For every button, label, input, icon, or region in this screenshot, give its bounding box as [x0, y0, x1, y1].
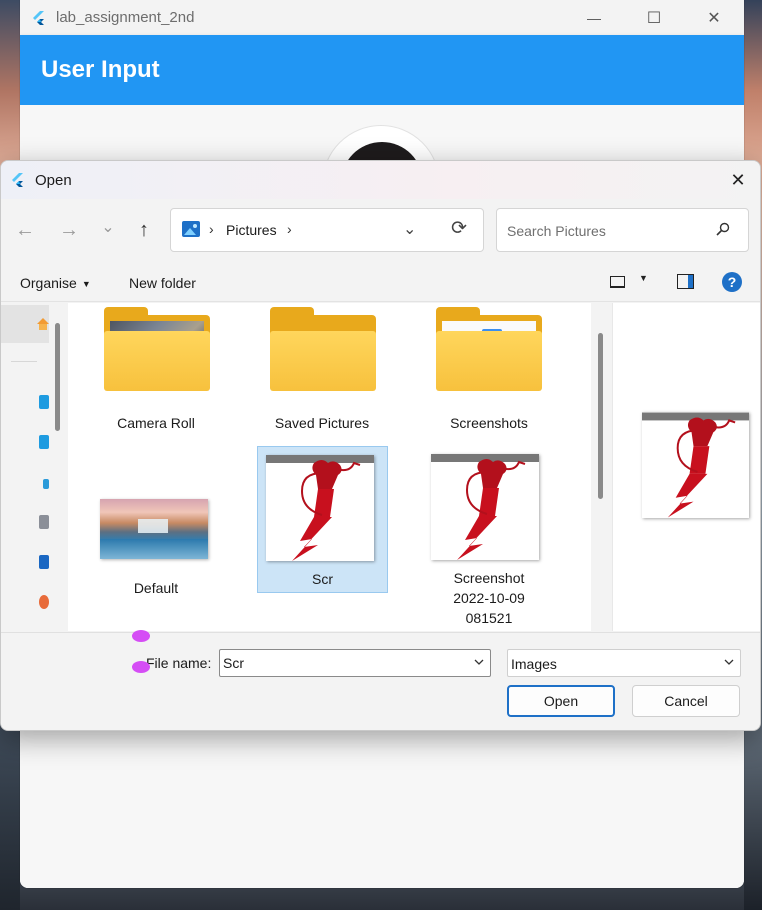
back-arrow-icon[interactable]: ← — [13, 218, 37, 242]
navigation-pane — [1, 303, 51, 631]
click-marker — [132, 661, 150, 673]
list-item-label: Saved Pictures — [274, 415, 370, 431]
search-box[interactable]: Search Pictures — [496, 208, 749, 252]
click-marker — [132, 630, 150, 642]
dialog-footer: File name: Images Open Cancel — [1, 632, 760, 730]
file-list: Camera Roll Saved Pictures Screenshots D… — [68, 303, 591, 631]
raised-fist-image — [431, 454, 539, 560]
search-input[interactable]: Search Pictures — [507, 223, 606, 239]
caret-down-icon: ▼ — [81, 279, 91, 290]
landscape-thumbnail — [100, 499, 208, 559]
home-icon — [37, 318, 49, 330]
nav-item-home[interactable] — [1, 305, 49, 343]
file-name-label: File name: — [146, 655, 212, 671]
file-type-select[interactable]: Images — [507, 649, 741, 677]
address-dropdown-icon[interactable]: ⌄ — [403, 219, 416, 239]
app-titlebar: lab_assignment_2nd — ☐ ✕ — [20, 0, 744, 35]
close-app-button[interactable]: ✕ — [689, 0, 739, 35]
chevron-down-icon — [724, 659, 734, 665]
caret-down-icon[interactable]: ▼ — [639, 273, 648, 283]
preview-pane — [612, 303, 760, 631]
organise-label: Organise — [20, 275, 77, 291]
address-bar[interactable]: › Pictures › ⌄ ⟳ — [170, 208, 484, 252]
list-item-label: Scr — [312, 571, 333, 587]
list-item-label: Screenshots — [450, 415, 528, 431]
dialog-close-button[interactable]: ✕ — [722, 165, 754, 195]
list-item-label: Default — [133, 580, 179, 596]
cancel-button[interactable]: Cancel — [632, 685, 740, 717]
folder-screenshots[interactable]: Screenshots — [423, 303, 555, 441]
close-icon: ✕ — [730, 169, 746, 190]
search-icon[interactable] — [716, 222, 730, 236]
preview-image — [642, 412, 749, 518]
app-bar: User Input — [20, 35, 744, 105]
flutter-logo-icon — [33, 10, 44, 25]
nav-item-documents[interactable] — [43, 479, 49, 489]
dialog-title: Open — [35, 171, 72, 189]
list-item-label: Camera Roll — [117, 415, 195, 431]
maximize-icon: ☐ — [646, 9, 662, 27]
breadcrumb-separator: › — [209, 221, 214, 237]
breadcrumb-separator[interactable]: › — [287, 221, 292, 237]
dialog-titlebar: Open ✕ — [1, 161, 760, 199]
navigation-scrollbar[interactable] — [55, 323, 60, 431]
organise-menu[interactable]: Organise ▼ — [20, 275, 91, 291]
folder-icon — [270, 307, 376, 391]
preview-pane-toggle-icon[interactable] — [677, 274, 694, 289]
fist-thumbnail — [266, 455, 374, 561]
file-scr[interactable]: Scr — [257, 446, 388, 593]
folder-icon — [436, 307, 542, 391]
nav-item-videos[interactable] — [39, 595, 49, 609]
pictures-library-icon — [182, 221, 200, 237]
file-screenshot-2022-10-09[interactable]: Screenshot 2022-10-09 081521 — [423, 446, 555, 626]
up-arrow-icon[interactable]: ↑ — [132, 218, 156, 242]
view-mode-icon[interactable] — [610, 276, 625, 288]
chevron-down-icon[interactable] — [474, 657, 484, 667]
dialog-toolbar: Organise ▼ New folder ▼ ? — [1, 261, 760, 302]
recent-locations-chevron-icon[interactable]: ⌄ — [96, 215, 120, 239]
new-folder-button[interactable]: New folder — [129, 275, 196, 291]
maximize-button[interactable]: ☐ — [629, 0, 679, 35]
open-button[interactable]: Open — [507, 685, 615, 717]
folder-icon — [104, 307, 210, 391]
forward-arrow-icon[interactable]: → — [57, 218, 81, 242]
raised-fist-image — [642, 412, 749, 518]
fist-thumbnail — [431, 454, 539, 560]
file-list-scrollbar[interactable] — [598, 333, 603, 499]
open-file-dialog: Open ✕ ← → ⌄ ↑ › Pictures › ⌄ ⟳ Search P… — [0, 160, 761, 731]
nav-item-downloads[interactable] — [39, 435, 49, 449]
file-name-field[interactable] — [223, 653, 463, 673]
refresh-icon[interactable]: ⟳ — [451, 217, 467, 240]
navigation-row: ← → ⌄ ↑ › Pictures › ⌄ ⟳ Search Pictures — [1, 199, 760, 261]
list-item-label-line2: 2022-10-09 — [453, 590, 525, 606]
nav-item-desktop[interactable] — [39, 395, 49, 409]
close-icon: ✕ — [707, 9, 721, 27]
minimize-icon: — — [587, 9, 601, 26]
file-type-value: Images — [511, 656, 557, 672]
file-default[interactable]: Default — [90, 446, 222, 596]
file-name-combobox[interactable] — [219, 649, 491, 677]
folder-camera-roll[interactable]: Camera Roll — [90, 303, 222, 441]
page-title: User Input — [41, 56, 160, 83]
nav-item-pictures[interactable] — [39, 555, 49, 569]
app-window-title: lab_assignment_2nd — [56, 9, 195, 26]
raised-fist-image — [266, 455, 374, 561]
breadcrumb-pictures[interactable]: Pictures — [226, 222, 277, 238]
divider — [11, 361, 37, 362]
minimize-button[interactable]: — — [569, 0, 619, 35]
help-icon[interactable]: ? — [722, 272, 742, 292]
folder-saved-pictures[interactable]: Saved Pictures — [256, 303, 388, 441]
nav-item-music[interactable] — [39, 515, 49, 529]
flutter-logo-icon — [12, 173, 23, 187]
list-item-label-line3: 081521 — [465, 610, 513, 626]
list-item-label-line1: Screenshot — [453, 570, 525, 586]
